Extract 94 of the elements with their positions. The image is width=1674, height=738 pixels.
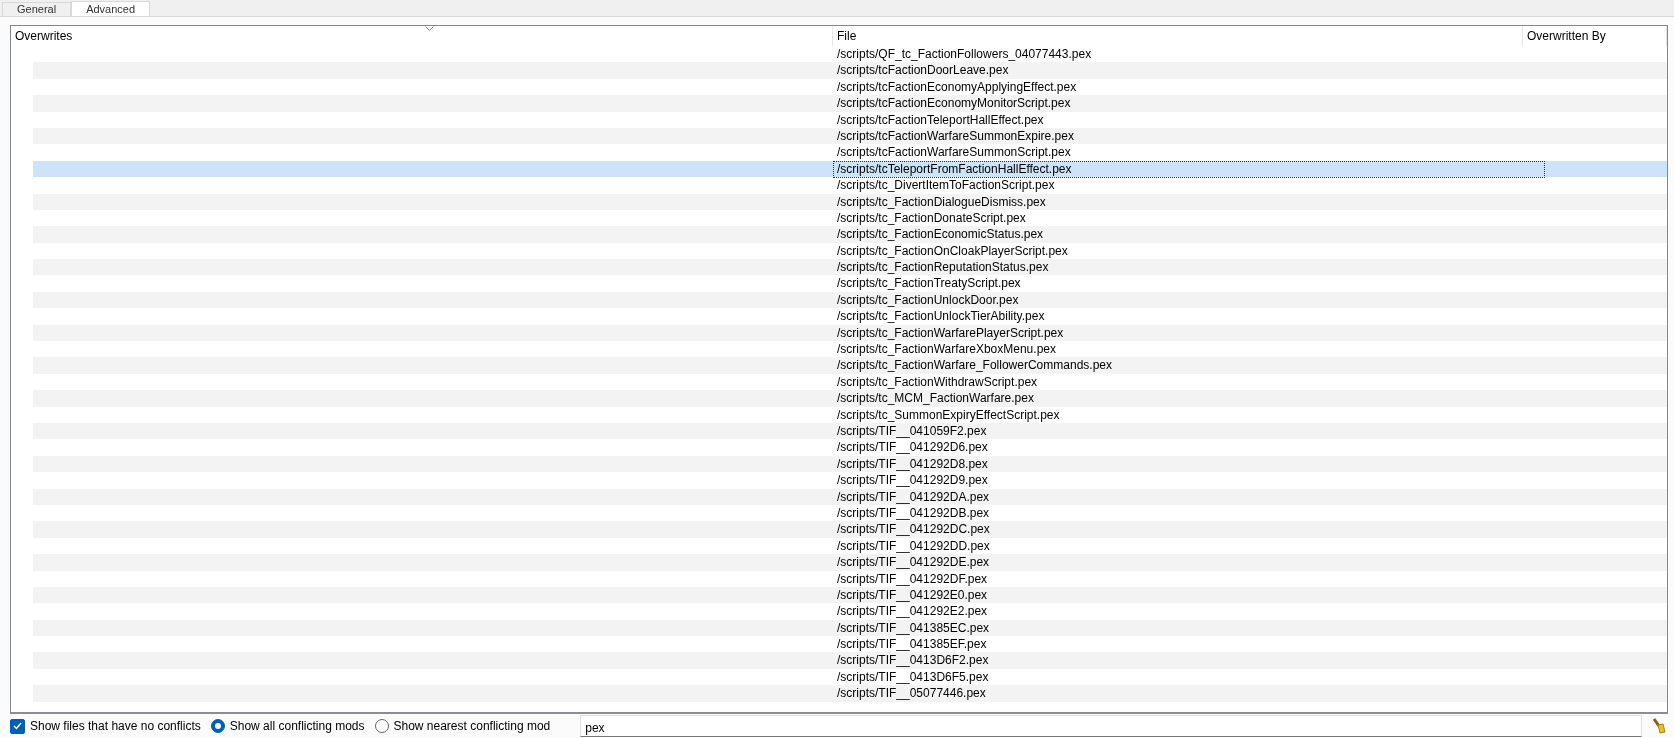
file-cell-text: /scripts/tcFactionEconomyMonitorScript.pex (836, 95, 1072, 113)
file-cell-text: /scripts/tc_FactionUnlockTierAbility.pex (836, 308, 1046, 326)
table-row[interactable]: /scripts/TIF__041292DD.pex (33, 537, 1667, 555)
table-row[interactable]: /scripts/TIF__041385EC.pex (33, 619, 1667, 637)
file-cell-text: /scripts/tcFactionWarfareSummonScript.pex (836, 144, 1072, 162)
file-cell-text: /scripts/TIF__05077446.pex (836, 685, 987, 703)
table-row[interactable]: /scripts/tcFactionWarfareSummonExpire.pex (33, 127, 1667, 145)
file-cell-text: /scripts/TIF__041385EF.pex (836, 636, 988, 654)
broom-icon[interactable] (1652, 718, 1666, 734)
tab[interactable]: General (2, 2, 72, 16)
radio-button[interactable] (210, 719, 225, 733)
file-cell-text: /scripts/tc_FactionWithdrawScript.pex (836, 373, 1039, 391)
table-row[interactable]: /scripts/tcFactionEconomyMonitorScript.pex (33, 95, 1667, 112)
table-row[interactable]: /scripts/tcTeleportFromFactionHallEffect.pex (33, 160, 1667, 178)
filter-field[interactable]: pex (580, 715, 1642, 737)
table-row[interactable]: /scripts/TIF__041059F2.pex (33, 423, 1667, 440)
table-row[interactable]: /scripts/tc_MCM_FactionWarfare.pex (33, 390, 1667, 407)
file-cell-text: /scripts/TIF__041292DA.pex (836, 488, 991, 506)
table-row[interactable]: /scripts/tc_FactionWarfarePlayerScript.pex (33, 324, 1667, 342)
file-cell-text: /scripts/TIF__041292E0.pex (836, 586, 989, 604)
file-cell-text: /scripts/tc_SummonExpiryEffectScript.pex (836, 406, 1061, 424)
file-cell-text: /scripts/tcFactionDoorLeave.pex (836, 62, 1010, 80)
file-cell-text: /scripts/TIF__0413D6F2.pex (836, 652, 990, 670)
table-row[interactable]: /scripts/TIF__041292D9.pex (33, 472, 1667, 489)
file-cell-text: /scripts/tc_FactionTreatyScript.pex (836, 275, 1022, 293)
table-row[interactable]: /scripts/tc_FactionUnlockDoor.pex (33, 291, 1667, 309)
table-row[interactable]: /scripts/TIF__041292D6.pex (33, 439, 1667, 456)
file-cell-text: /scripts/TIF__041292DE.pex (836, 554, 991, 572)
table-row[interactable]: /scripts/TIF__041292DF.pex (33, 570, 1667, 587)
file-cell-text: /scripts/TIF__041292D8.pex (836, 455, 989, 473)
table-row[interactable]: /scripts/tcFactionWarfareSummonScript.pex (33, 144, 1667, 161)
file-cell-text: /scripts/TIF__041292DD.pex (836, 537, 991, 555)
file-cell-text: /scripts/tc_FactionWarfarePlayerScript.pex (836, 324, 1065, 342)
table-row[interactable]: /scripts/tc_FactionTreatyScript.pex (33, 275, 1667, 292)
table-row[interactable]: /scripts/tc_DivertItemToFactionScript.pex (33, 177, 1667, 194)
table-row[interactable]: /scripts/TIF__05077446.pex (33, 685, 1667, 702)
tab[interactable]: Advanced (71, 1, 151, 16)
table-row[interactable]: /scripts/tcFactionEconomyApplyingEffect.pex (33, 78, 1667, 96)
table-row[interactable]: /scripts/TIF__041292DE.pex (33, 554, 1667, 571)
file-cell-text: /scripts/QF_tc_FactionFollowers_04077443.pex (836, 46, 1093, 63)
file-cell-text: /scripts/tc_DivertItemToFactionScript.pex (836, 177, 1056, 195)
table-row[interactable]: /scripts/tc_FactionDialogueDismiss.pex (33, 193, 1667, 210)
file-cell-text: /scripts/tcFactionEconomyApplyingEffect.pex (836, 78, 1078, 96)
file-cell-text: /scripts/tc_FactionWarfareXboxMenu.pex (836, 341, 1057, 359)
file-cell-text: /scripts/tc_MCM_FactionWarfare.pex (836, 390, 1035, 408)
table-row[interactable]: /scripts/tc_FactionWarfare_FollowerCommands.pex (33, 357, 1667, 374)
table-row[interactable]: /scripts/tcFactionTeleportHallEffect.pex (33, 111, 1667, 128)
checkbox[interactable] (10, 718, 25, 734)
file-cell-text: /scripts/TIF__041292DF.pex (836, 570, 989, 588)
checkmark-icon (13, 722, 22, 730)
file-cell-text: /scripts/TIF__041292D6.pex (836, 439, 989, 457)
table-row[interactable]: /scripts/tc_FactionUnlockTierAbility.pex (33, 308, 1667, 325)
file-cell-text: /scripts/TIF__041292DB.pex (836, 504, 991, 522)
file-cell-text: /scripts/tc_FactionOnCloakPlayerScript.pex (836, 242, 1069, 260)
file-cell-text: /scripts/TIF__041385EC.pex (836, 619, 991, 637)
table-row[interactable]: /scripts/TIF__041292DC.pex (33, 521, 1667, 538)
file-cell-text: /scripts/TIF__041292E2.pex (836, 603, 989, 621)
table-row[interactable]: /scripts/QF_tc_FactionFollowers_04077443.pex (33, 46, 1667, 63)
table-row[interactable]: /scripts/TIF__0413D6F2.pex (33, 652, 1667, 669)
table-row[interactable]: /scripts/TIF__041385EF.pex (33, 636, 1667, 653)
table-row[interactable]: /scripts/tc_FactionReputationStatus.pex (33, 259, 1667, 276)
radio-label: Show nearest conflicting mod (393, 719, 551, 733)
column-header[interactable]: Overwrites (11, 26, 833, 46)
radio-label: Show all conflicting mods (229, 719, 365, 733)
table-row[interactable]: /scripts/tc_FactionEconomicStatus.pex (33, 226, 1667, 243)
file-cell-text: /scripts/tc_FactionUnlockDoor.pex (836, 291, 1020, 309)
table-row[interactable]: /scripts/tc_FactionOnCloakPlayerScript.pex (33, 242, 1667, 260)
table-row[interactable]: /scripts/tc_FactionDonateScript.pex (33, 209, 1667, 227)
file-cell-text: /scripts/TIF__041059F2.pex (836, 423, 988, 440)
file-cell-text: /scripts/tc_FactionReputationStatus.pex (836, 259, 1050, 277)
column-header[interactable]: Overwritten By (1523, 26, 1667, 46)
file-cell-text: /scripts/TIF__041292DC.pex (836, 521, 991, 539)
table-row[interactable]: /scripts/TIF__0413D6F5.pex (33, 668, 1667, 686)
file-cell-text: /scripts/tc_FactionWarfare_FollowerCommands.pex (836, 357, 1113, 375)
file-cell: /scripts/tcTeleportFromFactionHallEffect.pex (833, 160, 1545, 178)
table-row[interactable]: /scripts/tc_SummonExpiryEffectScript.pex (33, 406, 1667, 423)
file-cell-text: /scripts/TIF__0413D6F5.pex (836, 668, 990, 686)
table-row[interactable]: /scripts/TIF__041292DA.pex (33, 488, 1667, 505)
file-cell-text: /scripts/tcFactionTeleportHallEffect.pex (836, 111, 1045, 129)
file-cell-text: /scripts/TIF__041292D9.pex (836, 472, 989, 490)
table-row[interactable]: /scripts/TIF__041292E0.pex (33, 586, 1667, 604)
column-header[interactable]: File (833, 26, 1523, 46)
table-row[interactable]: /scripts/TIF__041292E2.pex (33, 603, 1667, 620)
table-row[interactable]: /scripts/TIF__041292D8.pex (33, 455, 1667, 473)
radio-button[interactable] (374, 719, 389, 733)
table-row[interactable]: /scripts/tcFactionDoorLeave.pex (33, 62, 1667, 79)
table-row[interactable]: /scripts/tc_FactionWarfareXboxMenu.pex (33, 341, 1667, 358)
file-cell-text: /scripts/tc_FactionDialogueDismiss.pex (836, 193, 1047, 211)
table-row[interactable]: /scripts/tc_FactionWithdrawScript.pex (33, 373, 1667, 391)
checkbox-label: Show files that have no conflicts (30, 719, 201, 733)
table-row[interactable]: /scripts/TIF__041292DB.pex (33, 504, 1667, 522)
file-cell-text: /scripts/tc_FactionEconomicStatus.pex (836, 226, 1045, 244)
file-cell-text: /scripts/tc_FactionDonateScript.pex (836, 209, 1027, 227)
file-cell-text: /scripts/tcFactionWarfareSummonExpire.pex (836, 127, 1075, 145)
